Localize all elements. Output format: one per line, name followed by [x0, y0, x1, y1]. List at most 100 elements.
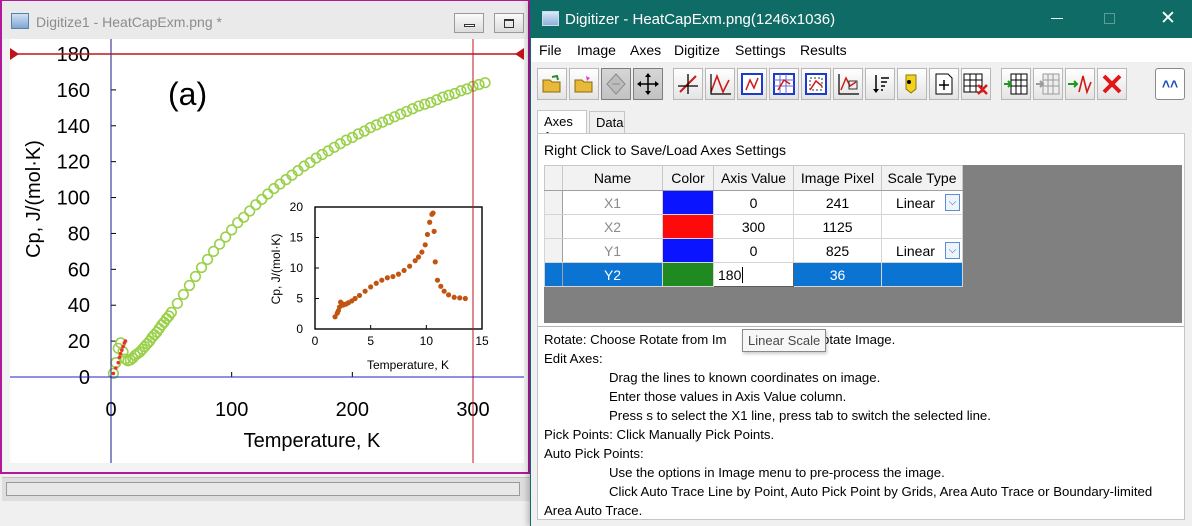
chevron-down-icon[interactable]: ⌵: [945, 194, 960, 211]
table-row[interactable]: X2 300 1125: [544, 214, 963, 239]
instruction-edit-axes: Edit Axes:: [544, 351, 603, 366]
instruction-auto-1: Use the options in Image menu to pre-pro…: [609, 465, 945, 480]
minimize-icon[interactable]: [1051, 18, 1063, 19]
window-title: Digitize1 - HeatCapExm.png *: [36, 14, 222, 30]
remove-column-icon[interactable]: [1033, 68, 1063, 100]
move-icon[interactable]: [633, 68, 663, 100]
axis-name[interactable]: Y2: [562, 262, 663, 287]
table-row[interactable]: X1 0 241 Linear ⌵: [544, 190, 963, 215]
data-point: [232, 217, 244, 229]
y-tick-label: 40: [68, 295, 90, 317]
add-page-icon[interactable]: [929, 68, 959, 100]
header-axis-value[interactable]: Axis Value: [713, 165, 794, 191]
inset-y-tick-label: 10: [290, 261, 304, 275]
scale-type-cell[interactable]: [881, 214, 963, 239]
menu-file[interactable]: File: [539, 42, 562, 58]
menu-settings[interactable]: Settings: [735, 42, 786, 58]
left-titlebar[interactable]: Digitize1 - HeatCapExm.png *: [2, 1, 528, 39]
inset-data-point: [401, 267, 407, 274]
grid-pick-icon[interactable]: [769, 68, 799, 100]
axis-color-cell[interactable]: [662, 214, 714, 239]
data-point: [443, 89, 455, 101]
sort-icon[interactable]: [865, 68, 895, 100]
table-row[interactable]: Y1 0 825 Linear ⌵: [544, 238, 963, 263]
splitter[interactable]: [538, 326, 1184, 327]
y2-left-handle[interactable]: [10, 48, 19, 60]
scale-type-cell[interactable]: Linear ⌵: [881, 190, 963, 215]
inset-y-tick-label: 5: [296, 292, 303, 306]
heat-capacity-chart: 020406080100120140160180 0 100 200 300 0 5 10…: [10, 39, 524, 463]
export-icon[interactable]: [1065, 68, 1095, 100]
row-header[interactable]: [544, 214, 563, 239]
image-pixel-cell[interactable]: 1125: [793, 214, 882, 239]
delete-grid-icon[interactable]: [961, 68, 991, 100]
add-column-icon[interactable]: [1001, 68, 1031, 100]
axis-color-cell[interactable]: [662, 262, 714, 287]
header-image-pixel[interactable]: Image Pixel: [793, 165, 882, 191]
scale-type-cell[interactable]: Linear ⌵: [881, 238, 963, 263]
scale-type-value: Linear: [896, 242, 935, 259]
tab-axes-1[interactable]: Axes 1: [537, 110, 587, 144]
edit-axes-icon[interactable]: [673, 68, 703, 100]
close-icon[interactable]: [1097, 68, 1127, 100]
data-point: [413, 100, 425, 112]
area-trace-icon[interactable]: [801, 68, 831, 100]
maximize-button[interactable]: [494, 13, 524, 33]
image-pixel-cell[interactable]: 241: [793, 190, 882, 215]
menu-bar: File Image Axes Digitize Settings Result…: [531, 38, 1192, 62]
y2-right-handle[interactable]: [515, 48, 524, 60]
axis-value-editor[interactable]: 180: [713, 262, 794, 287]
open-folder-icon[interactable]: [569, 68, 599, 100]
inset-data-point: [446, 292, 452, 298]
row-header[interactable]: [544, 190, 563, 215]
data-point: [376, 116, 389, 128]
maximize-icon[interactable]: [1104, 13, 1115, 24]
axis-value-cell[interactable]: 300: [713, 214, 794, 239]
horizontal-scrollbar[interactable]: [2, 477, 530, 501]
image-canvas[interactable]: 0 20 40 60 80 100 120 140 160 180 0 100 200 300 0 5 10…: [10, 39, 524, 463]
inset-data-point: [384, 275, 390, 281]
axis-value-cell[interactable]: 0: [713, 190, 794, 215]
image-pixel-cell[interactable]: 825: [793, 238, 882, 263]
bookmark-icon[interactable]: [897, 68, 927, 100]
header-color[interactable]: Color: [662, 165, 714, 191]
axis-name[interactable]: X2: [562, 214, 663, 239]
chevron-down-icon[interactable]: ⌵: [945, 242, 960, 259]
inset-data-point: [431, 228, 437, 234]
rotate-icon[interactable]: [601, 68, 631, 100]
tab-data[interactable]: Data: [589, 111, 625, 133]
instruction-pick-points: Pick Points: Click Manually Pick Points.: [544, 427, 775, 442]
inset-y-tick-label: 15: [290, 231, 304, 245]
menu-results[interactable]: Results: [800, 42, 847, 58]
scale-type-cell[interactable]: [881, 262, 963, 287]
axis-name[interactable]: Y1: [562, 238, 663, 263]
data-point: [148, 329, 161, 341]
minimize-button[interactable]: [454, 13, 484, 33]
table-row-selected[interactable]: Y2 180 36: [544, 262, 963, 287]
color-swatch: [663, 215, 713, 238]
axis-color-cell[interactable]: [662, 238, 714, 263]
header-scale-type[interactable]: Scale Type: [881, 165, 963, 191]
axis-value-cell[interactable]: 0: [713, 238, 794, 263]
image-pixel-cell[interactable]: 36: [793, 262, 882, 287]
header-name[interactable]: Name: [562, 165, 663, 191]
trace-icon[interactable]: [705, 68, 735, 100]
collapse-toolbar-button[interactable]: ˄˄: [1155, 68, 1185, 100]
row-header[interactable]: [544, 262, 563, 287]
row-header[interactable]: [544, 238, 563, 263]
menu-digitize[interactable]: Digitize: [674, 42, 720, 58]
menu-axes[interactable]: Axes: [630, 42, 661, 58]
grid-corner: [544, 165, 563, 191]
pick-points-icon[interactable]: [737, 68, 767, 100]
data-point: [395, 108, 407, 120]
axis-name[interactable]: X1: [562, 190, 663, 215]
data-point: [425, 96, 437, 109]
axis-color-cell[interactable]: [662, 190, 714, 215]
menu-image[interactable]: Image: [577, 42, 616, 58]
open-icon[interactable]: [537, 68, 567, 100]
close-window-button[interactable]: ✕: [1153, 8, 1183, 30]
axes-hint: Right Click to Save/Load Axes Settings: [544, 142, 787, 158]
inset-data-point: [438, 283, 444, 289]
boundary-trace-icon[interactable]: [833, 68, 863, 100]
digitizer-titlebar[interactable]: Digitizer - HeatCapExm.png(1246x1036) ✕: [531, 0, 1192, 38]
